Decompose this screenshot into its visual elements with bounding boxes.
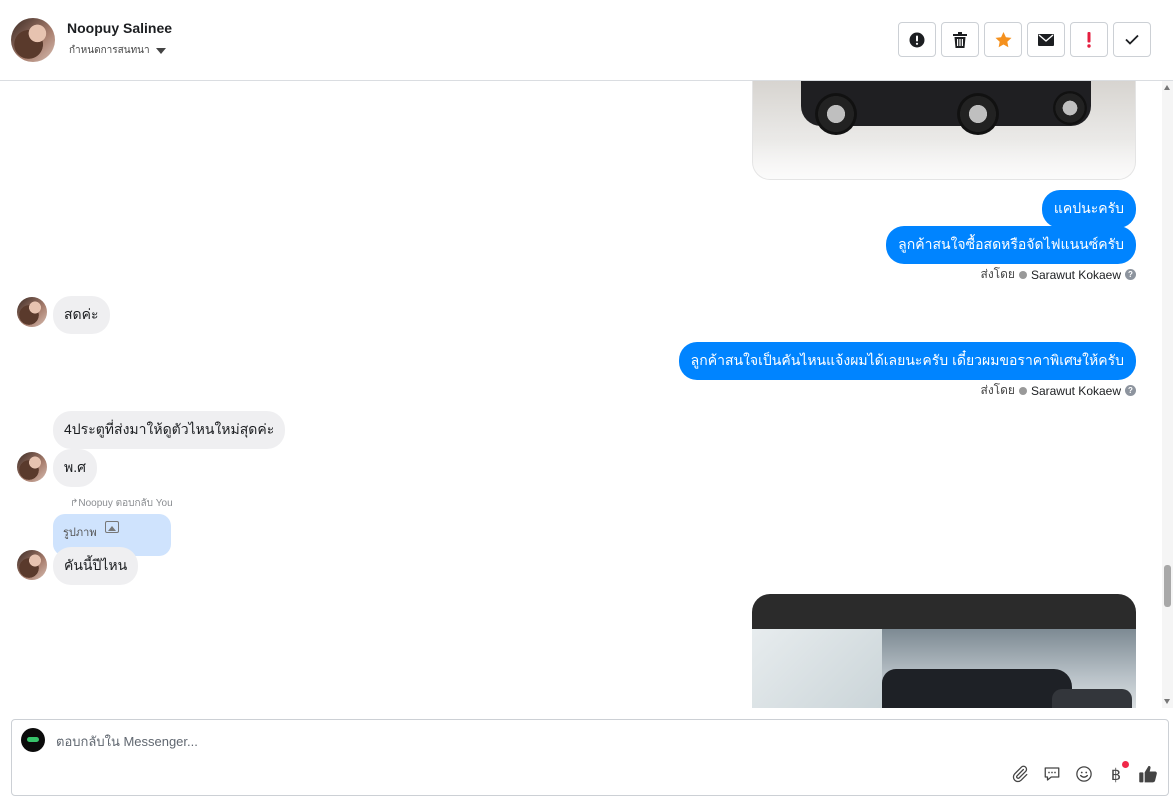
contact-avatar-small[interactable] — [17, 452, 47, 482]
paperclip-icon — [1012, 765, 1028, 783]
scroll-down-icon[interactable] — [1164, 699, 1170, 704]
mark-spam-button[interactable] — [898, 22, 936, 57]
contact-name[interactable]: Noopuy Salinee — [67, 20, 172, 36]
message-composer: ฿ — [11, 719, 1169, 796]
caret-down-icon — [155, 47, 166, 54]
thumbs-up-icon — [1139, 765, 1157, 783]
car-photo-vehicle — [1052, 689, 1132, 708]
page-avatar — [21, 728, 45, 752]
reply-input[interactable] — [56, 730, 956, 752]
car-photo-attachment[interactable] — [752, 594, 1136, 708]
smiley-icon — [1076, 766, 1092, 782]
chat-bubble-icon — [1044, 767, 1060, 781]
agent-name: Sarawut Kokaew — [1030, 267, 1121, 282]
car-photo-vehicle — [882, 669, 1072, 708]
emoji-button[interactable] — [1074, 764, 1094, 784]
scroll-up-icon[interactable] — [1164, 85, 1170, 90]
composer-tools: ฿ — [1010, 761, 1158, 784]
scrollbar-thumb[interactable] — [1164, 565, 1171, 607]
contact-avatar-small[interactable] — [17, 297, 47, 327]
sent-by-prefix: ส่งโดย — [980, 267, 1015, 281]
car-photo-wall — [752, 629, 882, 708]
mark-unread-button[interactable] — [1027, 22, 1065, 57]
incoming-message[interactable]: สดค่ะ — [53, 296, 110, 334]
contact-avatar[interactable] — [11, 18, 55, 62]
payment-button[interactable]: ฿ — [1106, 761, 1129, 784]
car-photo-attachment[interactable] — [752, 81, 1136, 180]
saved-replies-button[interactable] — [1042, 764, 1062, 784]
sent-by-prefix: ส่งโดย — [980, 383, 1015, 397]
contact-avatar-small[interactable] — [17, 550, 47, 580]
like-button[interactable] — [1138, 764, 1158, 784]
incoming-message[interactable]: คันนี้ปีไหน — [53, 547, 139, 585]
car-photo-wheel — [957, 93, 999, 135]
check-icon — [1125, 34, 1139, 45]
reply-note-text: Noopuy ตอบกลับ You — [78, 498, 173, 509]
help-icon[interactable]: ? — [1125, 385, 1136, 396]
message-list[interactable]: แคปนะครับ ลูกค้าสนใจซื้อสดหรือจัดไฟแนนซ์… — [0, 81, 1162, 708]
agent-status-icon — [1018, 386, 1027, 395]
image-icon — [104, 521, 119, 533]
baht-icon: ฿ — [1110, 764, 1122, 784]
trash-icon — [953, 31, 967, 48]
mail-icon — [1038, 33, 1054, 46]
delete-button[interactable] — [941, 22, 979, 57]
outgoing-message[interactable]: ลูกค้าสนใจซื้อสดหรือจัดไฟแนนซ์ครับ — [886, 226, 1136, 264]
messages-scrollbar[interactable] — [1162, 81, 1173, 708]
conversation-schedule-label: กำหนดการสนทนา — [69, 45, 150, 56]
help-icon[interactable]: ? — [1125, 269, 1136, 280]
star-icon — [995, 31, 1011, 47]
conversation-header: Noopuy Salinee กำหนดการสนทนา — [0, 0, 1173, 81]
header-actions — [898, 22, 1151, 57]
mark-important-button[interactable] — [1070, 22, 1108, 57]
car-photo-wheel — [1053, 91, 1087, 125]
exclamation-icon — [1087, 31, 1091, 48]
sent-by-label: ส่งโดย Sarawut Kokaew ? — [980, 265, 1136, 284]
agent-name: Sarawut Kokaew — [1030, 383, 1121, 398]
notification-dot — [1122, 761, 1129, 768]
incoming-message[interactable]: พ.ศ — [53, 449, 98, 487]
exclamation-circle-icon — [909, 32, 925, 47]
car-photo-wheel — [815, 93, 857, 135]
sent-by-label: ส่งโดย Sarawut Kokaew ? — [980, 381, 1136, 400]
conversation-schedule-dropdown[interactable]: กำหนดการสนทนา — [69, 43, 166, 58]
reply-note: ↱Noopuy ตอบกลับ You — [70, 496, 173, 511]
mark-done-button[interactable] — [1113, 22, 1151, 57]
agent-status-icon — [1018, 270, 1027, 279]
car-photo-floor — [753, 139, 1135, 179]
attach-button[interactable] — [1010, 764, 1030, 784]
reply-quote-text: รูปภาพ — [63, 527, 97, 539]
outgoing-message[interactable]: ลูกค้าสนใจเป็นคันไหนแจ้งผมได้เลยนะครับ เ… — [678, 342, 1136, 380]
incoming-message[interactable]: 4ประตูที่ส่งมาให้ดูตัวไหนใหม่สุดค่ะ — [53, 411, 286, 449]
outgoing-message[interactable]: แคปนะครับ — [1041, 190, 1136, 228]
star-button[interactable] — [984, 22, 1022, 57]
